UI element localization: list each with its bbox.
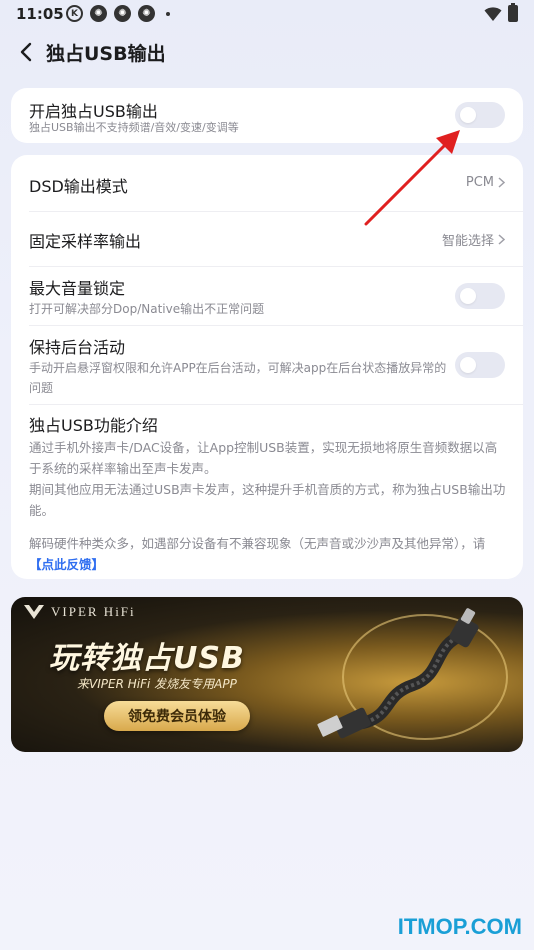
dsd-mode-value: PCM <box>466 175 505 190</box>
free-membership-button[interactable]: 领免费会员体验 <box>104 701 250 731</box>
dsd-mode-row[interactable]: DSD输出模式 PCM <box>11 155 523 211</box>
settings-card: DSD输出模式 PCM 固定采样率输出 智能选择 最大音量锁定 打开可解决部分D… <box>11 155 523 579</box>
usb-intro-title: 独占USB功能介绍 <box>29 416 158 435</box>
usb-intro-paragraph-2: 期间其他应用无法通过USB声卡发声，这种提升手机音质的方式，称为独占USB输出功… <box>29 482 506 518</box>
chevron-right-icon <box>498 177 505 188</box>
wifi-icon <box>484 6 502 21</box>
chevron-right-icon <box>498 234 505 245</box>
page-title: 独占USB输出 <box>46 43 166 65</box>
background-activity-subtitle: 手动开启悬浮窗权限和允许APP在后台活动，可解决app在后台状态播放异常的问题 <box>29 361 447 395</box>
exclusive-usb-row[interactable]: 开启独占USB输出 独占USB输出不支持频谱/音效/变速/变调等 <box>11 88 523 143</box>
sample-rate-title: 固定采样率输出 <box>29 232 142 251</box>
sample-rate-row[interactable]: 固定采样率输出 智能选择 <box>11 212 523 266</box>
exclusive-usb-subtitle: 独占USB输出不支持频谱/音效/变速/变调等 <box>29 121 239 134</box>
watermark: ITMOP.COM <box>397 914 522 939</box>
toggle-knob <box>460 288 476 304</box>
sample-rate-value: 智能选择 <box>442 230 505 249</box>
page-header: 独占USB输出 <box>0 32 534 72</box>
dsd-mode-value-text: PCM <box>465 175 494 190</box>
exclusive-usb-toggle[interactable] <box>455 102 505 128</box>
banner-heading: 玩转独占USB <box>49 641 245 676</box>
max-volume-title: 最大音量锁定 <box>29 279 126 298</box>
status-right <box>484 3 518 22</box>
background-activity-title: 保持后台活动 <box>29 338 126 357</box>
banner-subline: 来VIPER HiFi 发烧友专用APP <box>77 677 237 691</box>
status-notification-icons: K ✺ ✺ ✺ <box>66 5 170 22</box>
sample-rate-value-text: 智能选择 <box>441 234 494 249</box>
battery-icon <box>508 3 518 22</box>
feedback-link[interactable]: 【点此反馈】 <box>29 557 104 572</box>
usb-intro-compat-note: 解码硬件种类众多，如遇部分设备有不兼容现象（无声音或沙沙声及其他异常），请 <box>29 536 486 551</box>
dsd-mode-title: DSD输出模式 <box>29 177 128 196</box>
back-button[interactable] <box>10 36 42 68</box>
max-volume-toggle[interactable] <box>455 283 505 309</box>
max-volume-subtitle: 打开可解决部分Dop/Native输出不正常问题 <box>29 302 265 316</box>
usb-cable-icon <box>317 608 508 740</box>
chevron-left-icon <box>20 42 32 62</box>
toggle-knob <box>460 107 476 123</box>
k-app-icon: K <box>66 5 83 22</box>
status-bar: 11:05 K ✺ ✺ ✺ <box>0 0 534 30</box>
usb-intro-paragraph-3: 解码硬件种类众多，如遇部分设备有不兼容现象（无声音或沙沙声及其他异常），请【点此… <box>29 533 507 575</box>
background-activity-row: 保持后台活动 手动开启悬浮窗权限和允许APP在后台活动，可解决app在后台状态播… <box>11 326 523 404</box>
viper-logo: VIPER HiFi <box>23 604 136 620</box>
status-time: 11:05 <box>16 5 64 23</box>
pinwheel-app-icon: ✺ <box>114 5 131 22</box>
more-notifications-dot-icon <box>166 11 170 16</box>
pinwheel-app-icon: ✺ <box>138 5 155 22</box>
viper-v-logo-icon <box>24 605 44 619</box>
banner-brand: VIPER HiFi <box>51 604 136 619</box>
usb-intro-paragraph-1: 通过手机外接声卡/DAC设备，让App控制USB装置，实现无损地将原生音频数据以… <box>29 440 498 476</box>
exclusive-usb-card: 开启独占USB输出 独占USB输出不支持频谱/音效/变速/变调等 <box>11 88 523 143</box>
max-volume-row: 最大音量锁定 打开可解决部分Dop/Native输出不正常问题 <box>11 267 523 325</box>
pinwheel-app-icon: ✺ <box>90 5 107 22</box>
usb-intro-section: 独占USB功能介绍 通过手机外接声卡/DAC设备，让App控制USB装置，实现无… <box>11 405 523 579</box>
toggle-knob <box>460 357 476 373</box>
background-activity-toggle[interactable] <box>455 352 505 378</box>
promo-banner[interactable]: VIPER HiFi 玩转独占USB 来VIPER HiFi 发烧友专用APP … <box>11 597 523 752</box>
